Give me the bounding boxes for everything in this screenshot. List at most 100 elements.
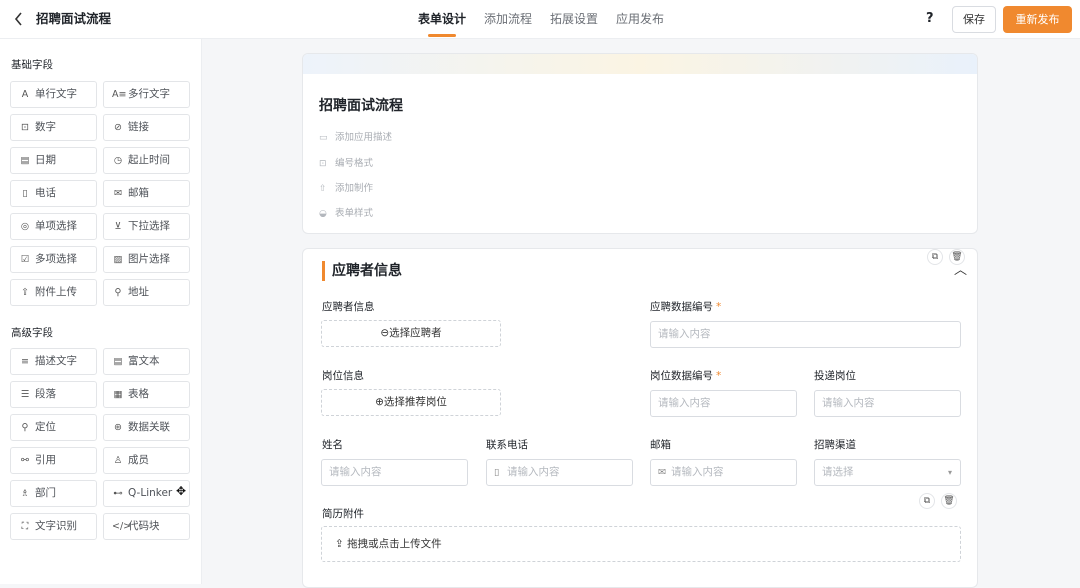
select-applicant-button[interactable]: ⊖选择应聘者: [321, 320, 501, 347]
apply-position-input[interactable]: 请输入内容: [814, 390, 961, 417]
help-icon[interactable]: ?: [926, 10, 934, 28]
chevron-up-icon[interactable]: ︿: [954, 259, 967, 278]
field-tile-label: 定位: [35, 421, 56, 433]
field-tile-label: 单项选择: [35, 220, 77, 232]
field-tile-label: 起止时间: [128, 154, 170, 166]
field-tile[interactable]: ⚲ 地址: [103, 279, 190, 306]
field-tile-label: 单行文字: [35, 88, 77, 100]
position-no-input[interactable]: 请输入内容: [650, 390, 797, 417]
field-tile-label: 电话: [35, 187, 56, 199]
applicant-no-input[interactable]: 请输入内容: [650, 321, 961, 348]
comment-icon: ▭: [319, 133, 328, 143]
add-description-link[interactable]: ▭ 添加应用描述: [319, 129, 392, 143]
field-tile[interactable]: ⚯ 引用: [10, 447, 97, 474]
field-tile[interactable]: ⇪ 附件上传: [10, 279, 97, 306]
field-tile-label: 数字: [35, 121, 56, 133]
field-tile[interactable]: ⊘ 链接: [103, 114, 190, 141]
field-tile[interactable]: ≡ 描述文字: [10, 348, 97, 375]
field-tile-label: 成员: [128, 454, 149, 466]
channel-select[interactable]: 请选择 ▾: [814, 459, 961, 486]
name-label: 姓名: [322, 439, 343, 451]
field-tile-label: 代码块: [128, 520, 160, 532]
app-title: 招聘面试流程: [36, 11, 112, 26]
save-button[interactable]: 保存: [952, 6, 996, 33]
field-tile-label: 邮箱: [128, 187, 149, 199]
field-type-icon: ⊡: [21, 122, 29, 133]
field-type-icon: ◎: [20, 221, 30, 232]
field-tile[interactable]: ▯ 电话: [10, 180, 97, 207]
field-type-icon: ▤: [20, 155, 30, 166]
phone-input[interactable]: ▯ 请输入内容: [486, 459, 633, 486]
field-tile[interactable]: ▨ 图片选择: [103, 246, 190, 273]
field-tile[interactable]: A 单行文字: [10, 81, 97, 108]
number-icon: ⊡: [319, 159, 327, 169]
field-tile-label: 文字识别: [35, 520, 77, 532]
field-tile[interactable]: ♙ 成员: [103, 447, 190, 474]
resume-label: 简历附件: [322, 508, 364, 520]
field-palette-sidebar: 基础字段 A 单行文字 A≡ 多行文字 ⊡ 数字 ⊘ 链接 ▤ 日期 ◷ 起止时间 ▯ 电话 ✉ 邮箱 ◎ 单项选…: [0, 39, 202, 584]
chevron-down-icon: ▾: [947, 468, 952, 477]
field-tile[interactable]: </> 代码块: [103, 513, 190, 540]
field-tile-label: 部门: [35, 487, 56, 499]
field-tile[interactable]: ▤ 日期: [10, 147, 97, 174]
tab-form-design[interactable]: 表单设计: [418, 0, 466, 39]
name-input[interactable]: 请输入内容: [321, 459, 468, 486]
move-cursor-icon: ✥: [176, 484, 187, 498]
field-type-icon: ▤: [113, 356, 123, 367]
publish-button[interactable]: 重新发布: [1003, 6, 1072, 33]
field-tile[interactable]: ▤ 富文本: [103, 348, 190, 375]
field-tile-label: 附件上传: [35, 286, 77, 298]
field-tile[interactable]: ⊛ 数据关联: [103, 414, 190, 441]
field-tile[interactable]: ◎ 单项选择: [10, 213, 97, 240]
channel-label: 招聘渠道: [814, 439, 856, 451]
delete-icon[interactable]: 🗑: [941, 493, 957, 509]
field-tile[interactable]: A≡ 多行文字: [103, 81, 190, 108]
field-tile-label: 多行文字: [128, 88, 170, 100]
field-tile[interactable]: ▦ 表格: [103, 381, 190, 408]
field-type-icon: ⊛: [114, 422, 122, 433]
field-type-icon: ⚯: [21, 455, 29, 466]
copy-icon[interactable]: ⧉: [919, 493, 935, 509]
resume-upload-area[interactable]: ⇪ 拖拽或点击上传文件: [321, 526, 961, 562]
add-maker-link[interactable]: ⇧ 添加制作: [319, 180, 373, 194]
field-tile[interactable]: ⊡ 数字: [10, 114, 97, 141]
copy-icon[interactable]: ⧉: [927, 249, 943, 265]
field-tile-label: 引用: [35, 454, 56, 466]
field-tile-label: 多项选择: [35, 253, 77, 265]
tab-bar: 表单设计 添加流程 拓展设置 应用发布: [418, 0, 682, 39]
form-style-link[interactable]: ◒ 表单样式: [319, 205, 373, 219]
email-label: 邮箱: [650, 439, 671, 451]
tab-add-process[interactable]: 添加流程: [484, 0, 532, 39]
field-type-icon: ⊷: [113, 488, 123, 499]
field-tile[interactable]: ✉ 邮箱: [103, 180, 190, 207]
form-header-card: 招聘面试流程 ▭ 添加应用描述 ⊡ 编号格式 ⇧ 添加制作 ◒ 表单样式: [302, 53, 978, 234]
email-input[interactable]: ✉ 请输入内容: [650, 459, 797, 486]
tab-app-publish[interactable]: 应用发布: [616, 0, 664, 39]
tab-extend-settings[interactable]: 拓展设置: [550, 0, 598, 39]
position-label: 岗位信息: [322, 370, 364, 382]
field-tile[interactable]: ⛶ 文字识别: [10, 513, 97, 540]
select-position-button[interactable]: ⊕选择推荐岗位: [321, 389, 501, 416]
field-type-icon: ⛶: [21, 521, 29, 532]
field-type-icon: A: [21, 89, 29, 100]
header-gradient: [303, 54, 977, 74]
field-tile[interactable]: ♗ 部门: [10, 480, 97, 507]
applicant-label: 应聘者信息: [322, 301, 375, 313]
phone-label: 联系电话: [486, 439, 528, 451]
field-type-icon: ⚲: [21, 422, 29, 433]
field-tile-label: 下拉选择: [128, 220, 170, 232]
section-title: 应聘者信息: [322, 261, 402, 281]
field-tile-label: 段落: [35, 388, 56, 400]
form-canvas: 招聘面试流程 ▭ 添加应用描述 ⊡ 编号格式 ⇧ 添加制作 ◒ 表单样式 ⧉ 🗑 ︿ 应…: [202, 39, 1080, 588]
field-type-icon: ⚲: [114, 287, 122, 298]
field-tile[interactable]: ☰ 段落: [10, 381, 97, 408]
field-type-icon: ▯: [22, 188, 28, 199]
field-tile[interactable]: ☑ 多项选择: [10, 246, 97, 273]
form-title[interactable]: 招聘面试流程: [319, 95, 403, 115]
field-tile-label: 地址: [128, 286, 149, 298]
back-icon[interactable]: [12, 10, 28, 28]
field-tile[interactable]: ◷ 起止时间: [103, 147, 190, 174]
field-tile[interactable]: ⚲ 定位: [10, 414, 97, 441]
field-tile[interactable]: ⊻ 下拉选择: [103, 213, 190, 240]
number-format-link[interactable]: ⊡ 编号格式: [319, 155, 373, 169]
